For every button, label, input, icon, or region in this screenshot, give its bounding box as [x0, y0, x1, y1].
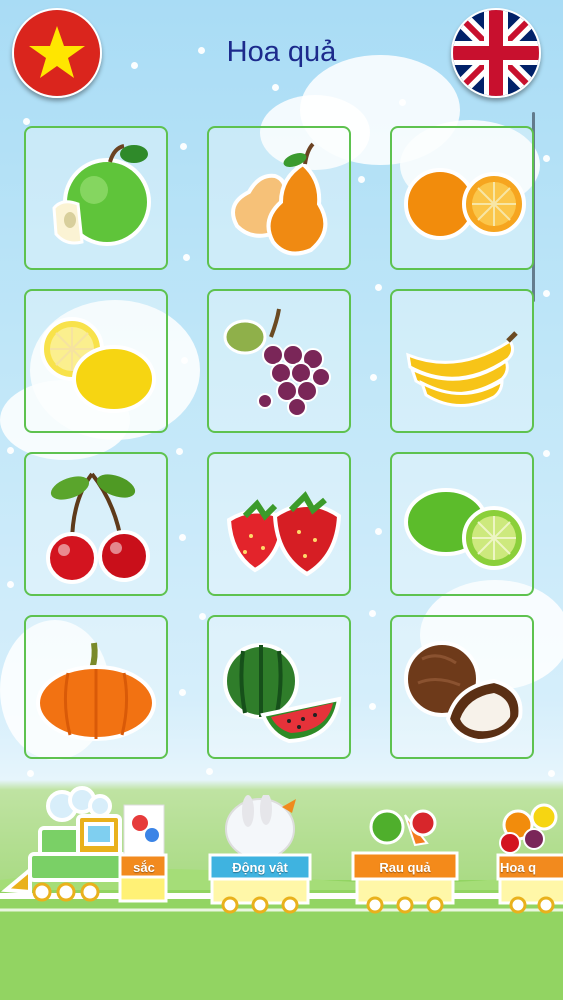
pumpkin-icon	[36, 642, 156, 741]
snow-dot	[179, 689, 186, 696]
snow-dot	[369, 610, 376, 617]
cherry-icon	[46, 472, 150, 584]
train-car-label: sắc	[133, 860, 155, 875]
snow-dot	[375, 528, 382, 535]
color-palette-icon	[118, 804, 168, 903]
train-car-label: Động vật	[232, 860, 288, 875]
snow-dot	[543, 450, 550, 457]
fruit-card-orange[interactable]	[390, 126, 534, 270]
snow-dot	[369, 703, 376, 710]
language-english-button[interactable]	[451, 8, 541, 98]
train-car-label: Rau quả	[379, 860, 431, 875]
fruit-card-strawberry[interactable]	[207, 452, 351, 596]
uk-flag-icon	[453, 10, 539, 96]
grapes-icon	[223, 308, 331, 417]
snow-dot	[180, 143, 187, 150]
snow-dot	[272, 84, 279, 91]
coconut-icon	[404, 641, 523, 744]
snow-dot	[206, 768, 213, 775]
fruit-card-pear[interactable]	[207, 126, 351, 270]
fruits-icon	[496, 803, 563, 914]
fruit-card-grapes[interactable]	[207, 289, 351, 433]
snow-dot	[176, 448, 183, 455]
fruit-card-banana[interactable]	[390, 289, 534, 433]
snow-dot	[370, 374, 377, 381]
train-car-vegetables[interactable]: Rau quả	[345, 795, 465, 915]
train-car-animals[interactable]: Động vật	[200, 795, 320, 915]
lemon-icon	[40, 317, 156, 413]
orange-icon	[404, 168, 526, 240]
snow-dot	[543, 290, 550, 297]
lime-icon	[404, 488, 526, 570]
vegetables-icon	[351, 809, 459, 914]
pear-icon	[231, 142, 328, 256]
fruit-card-watermelon[interactable]	[207, 615, 351, 759]
apple-icon	[52, 144, 151, 246]
snow-dot	[7, 581, 14, 588]
fruit-card-lemon[interactable]	[24, 289, 168, 433]
snow-dot	[7, 447, 14, 454]
fruit-card-lime[interactable]	[390, 452, 534, 596]
snow-dot	[375, 284, 382, 291]
train-car-colors[interactable]: sắc	[110, 795, 170, 915]
snow-dot	[399, 99, 406, 106]
train-car-label: Hoa q	[500, 860, 537, 875]
fruit-card-cherry[interactable]	[24, 452, 168, 596]
rabbit-icon	[208, 795, 312, 914]
watermelon-icon	[223, 643, 342, 744]
snow-dot	[199, 613, 206, 620]
fruit-card-apple[interactable]	[24, 126, 168, 270]
strawberry-icon	[226, 491, 342, 577]
snow-dot	[548, 770, 555, 777]
fruit-card-pumpkin[interactable]	[24, 615, 168, 759]
snow-dot	[179, 534, 186, 541]
fruit-card-coconut[interactable]	[390, 615, 534, 759]
train-car-fruits[interactable]: Hoa q	[488, 795, 563, 915]
snow-dot	[181, 357, 188, 364]
snow-dot	[23, 118, 30, 125]
snow-dot	[358, 176, 365, 183]
snow-dot	[183, 254, 190, 261]
banana-icon	[406, 331, 518, 407]
snow-dot	[543, 155, 550, 162]
snow-dot	[27, 770, 34, 777]
